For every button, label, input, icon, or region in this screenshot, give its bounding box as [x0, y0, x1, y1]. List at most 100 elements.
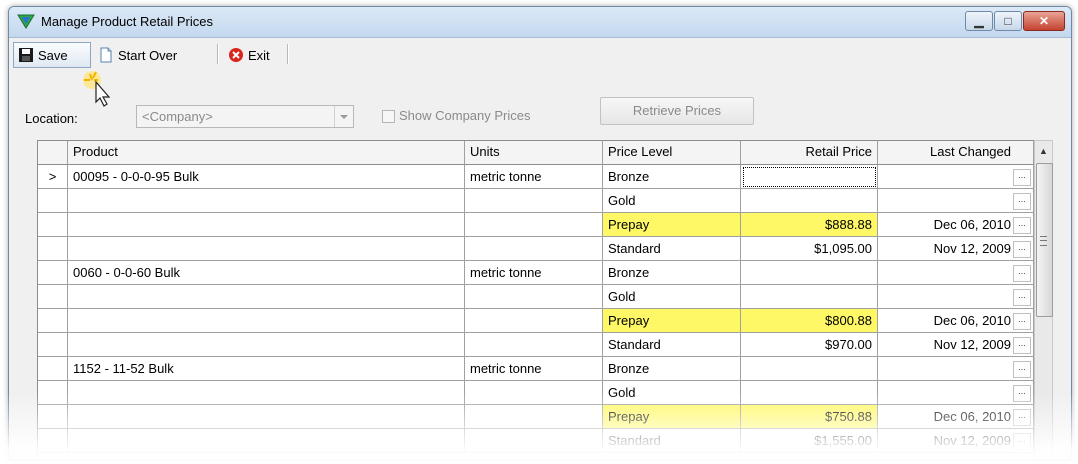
cell-level[interactable]: Prepay: [603, 213, 741, 237]
cell-level[interactable]: Standard: [603, 237, 741, 261]
minimize-button[interactable]: ▁: [965, 11, 993, 31]
level-value: Bronze: [608, 169, 650, 184]
start-over-label: Start Over: [118, 47, 178, 63]
table-row[interactable]: 0060 - 0-0-60 Bulk metric tonne Bronze...: [38, 261, 1034, 285]
maximize-button[interactable]: □: [994, 11, 1022, 31]
table-row[interactable]: Standard $1,095.00 Nov 12, 2009...: [38, 237, 1034, 261]
toolbar: Save Start Over Exit: [9, 38, 1071, 72]
table-row[interactable]: >00095 - 0-0-0-95 Bulk metric tonne Bronze…: [38, 165, 1034, 189]
level-value: Prepay: [608, 313, 650, 328]
cell-units: [465, 333, 603, 357]
table-row[interactable]: Standard $970.00 Nov 12, 2009...: [38, 333, 1034, 357]
cell-price[interactable]: $970.00: [741, 333, 878, 357]
show-company-prices-label: Show Company Prices: [399, 108, 531, 123]
cell-level[interactable]: Standard: [603, 429, 741, 453]
prices-grid[interactable]: Product Units Price Level Retail Price L…: [37, 140, 1035, 459]
scroll-thumb[interactable]: [1036, 163, 1053, 317]
column-header-retail-price[interactable]: Retail Price: [741, 141, 878, 165]
save-button[interactable]: Save: [13, 42, 91, 68]
cell-changed: ...: [878, 189, 1034, 213]
cell-units: [465, 405, 603, 429]
table-row[interactable]: Gold...: [38, 285, 1034, 309]
indicator-value: >: [48, 169, 57, 184]
date-picker-button[interactable]: ...: [1013, 409, 1031, 426]
table-row[interactable]: Gold...: [38, 189, 1034, 213]
table-row[interactable]: Prepay $888.88 Dec 06, 2010...: [38, 213, 1034, 237]
location-select[interactable]: <Company>: [136, 105, 354, 128]
vertical-scrollbar[interactable]: ▲: [1034, 140, 1053, 459]
date-picker-button[interactable]: ...: [1013, 385, 1031, 402]
cell-price[interactable]: [741, 165, 878, 189]
cell-changed: Nov 12, 2009...: [878, 429, 1034, 453]
cell-price[interactable]: $1,095.00: [741, 237, 878, 261]
date-picker-button[interactable]: ...: [1013, 289, 1031, 306]
table-row[interactable]: Prepay $800.88 Dec 06, 2010...: [38, 309, 1034, 333]
window-title: Manage Product Retail Prices: [41, 14, 213, 29]
column-header-product[interactable]: Product: [68, 141, 465, 165]
cell-price[interactable]: [741, 261, 878, 285]
column-header-units[interactable]: Units: [465, 141, 603, 165]
cell-price[interactable]: $1,555.00: [741, 429, 878, 453]
cell-price[interactable]: [741, 381, 878, 405]
cell-level[interactable]: Standard: [603, 333, 741, 357]
exit-button[interactable]: Exit: [223, 42, 285, 68]
cell-units: [465, 381, 603, 405]
scroll-up-icon[interactable]: ▲: [1035, 141, 1052, 161]
cell-changed: ...: [878, 285, 1034, 309]
table-row[interactable]: Gold...: [38, 381, 1034, 405]
price-value: $970.00: [825, 337, 872, 352]
date-picker-button[interactable]: ...: [1013, 241, 1031, 258]
cell-level[interactable]: Prepay: [603, 309, 741, 333]
table-row[interactable]: 1152 - 11-52 Bulk metric tonne Bronze...: [38, 357, 1034, 381]
show-company-prices-checkbox[interactable]: [382, 110, 395, 123]
cell-level[interactable]: Prepay: [603, 405, 741, 429]
cell-units: [465, 237, 603, 261]
cell-indicator: [38, 237, 68, 261]
cell-product: [68, 405, 465, 429]
level-value: Bronze: [608, 361, 650, 376]
cell-indicator: [38, 285, 68, 309]
cell-indicator: [38, 261, 68, 285]
grip-icon: [1040, 236, 1047, 246]
cell-units: metric tonne: [465, 357, 603, 381]
cell-price[interactable]: [741, 357, 878, 381]
cell-price[interactable]: [741, 285, 878, 309]
cell-indicator: [38, 309, 68, 333]
cell-price[interactable]: $800.88: [741, 309, 878, 333]
cell-changed: Dec 06, 2010...: [878, 405, 1034, 429]
cell-level[interactable]: Gold: [603, 381, 741, 405]
table-row[interactable]: Standard $1,555.00 Nov 12, 2009...: [38, 429, 1034, 453]
start-over-button[interactable]: Start Over: [93, 42, 213, 68]
date-picker-button[interactable]: ...: [1013, 265, 1031, 282]
cell-indicator: >: [38, 165, 68, 189]
cell-level[interactable]: Bronze: [603, 357, 741, 381]
date-picker-button[interactable]: ...: [1013, 217, 1031, 234]
column-header-price-level[interactable]: Price Level: [603, 141, 741, 165]
cell-changed: Dec 06, 2010...: [878, 309, 1034, 333]
date-picker-button[interactable]: ...: [1013, 337, 1031, 354]
date-picker-button[interactable]: ...: [1013, 169, 1031, 186]
cell-product: [68, 333, 465, 357]
cell-indicator: [38, 333, 68, 357]
date-picker-button[interactable]: ...: [1013, 313, 1031, 330]
exit-label: Exit: [248, 47, 270, 63]
cell-level[interactable]: Bronze: [603, 261, 741, 285]
cell-product: [68, 429, 465, 453]
cell-level[interactable]: Gold: [603, 285, 741, 309]
cell-level[interactable]: Bronze: [603, 165, 741, 189]
cell-changed: ...: [878, 261, 1034, 285]
date-picker-button[interactable]: ...: [1013, 433, 1031, 450]
cell-price[interactable]: [741, 189, 878, 213]
cell-level[interactable]: Gold: [603, 189, 741, 213]
cell-changed: ...: [878, 357, 1034, 381]
column-header-last-changed[interactable]: Last Changed: [878, 141, 1034, 165]
date-picker-button[interactable]: ...: [1013, 361, 1031, 378]
close-button[interactable]: ✕: [1023, 11, 1065, 31]
window-controls: ▁ □ ✕: [965, 11, 1065, 31]
cell-price[interactable]: $750.88: [741, 405, 878, 429]
table-row[interactable]: Prepay $750.88 Dec 06, 2010...: [38, 405, 1034, 429]
price-value: $1,555.00: [814, 433, 872, 448]
cell-price[interactable]: $888.88: [741, 213, 878, 237]
date-picker-button[interactable]: ...: [1013, 193, 1031, 210]
retrieve-prices-button[interactable]: Retrieve Prices: [600, 97, 754, 125]
